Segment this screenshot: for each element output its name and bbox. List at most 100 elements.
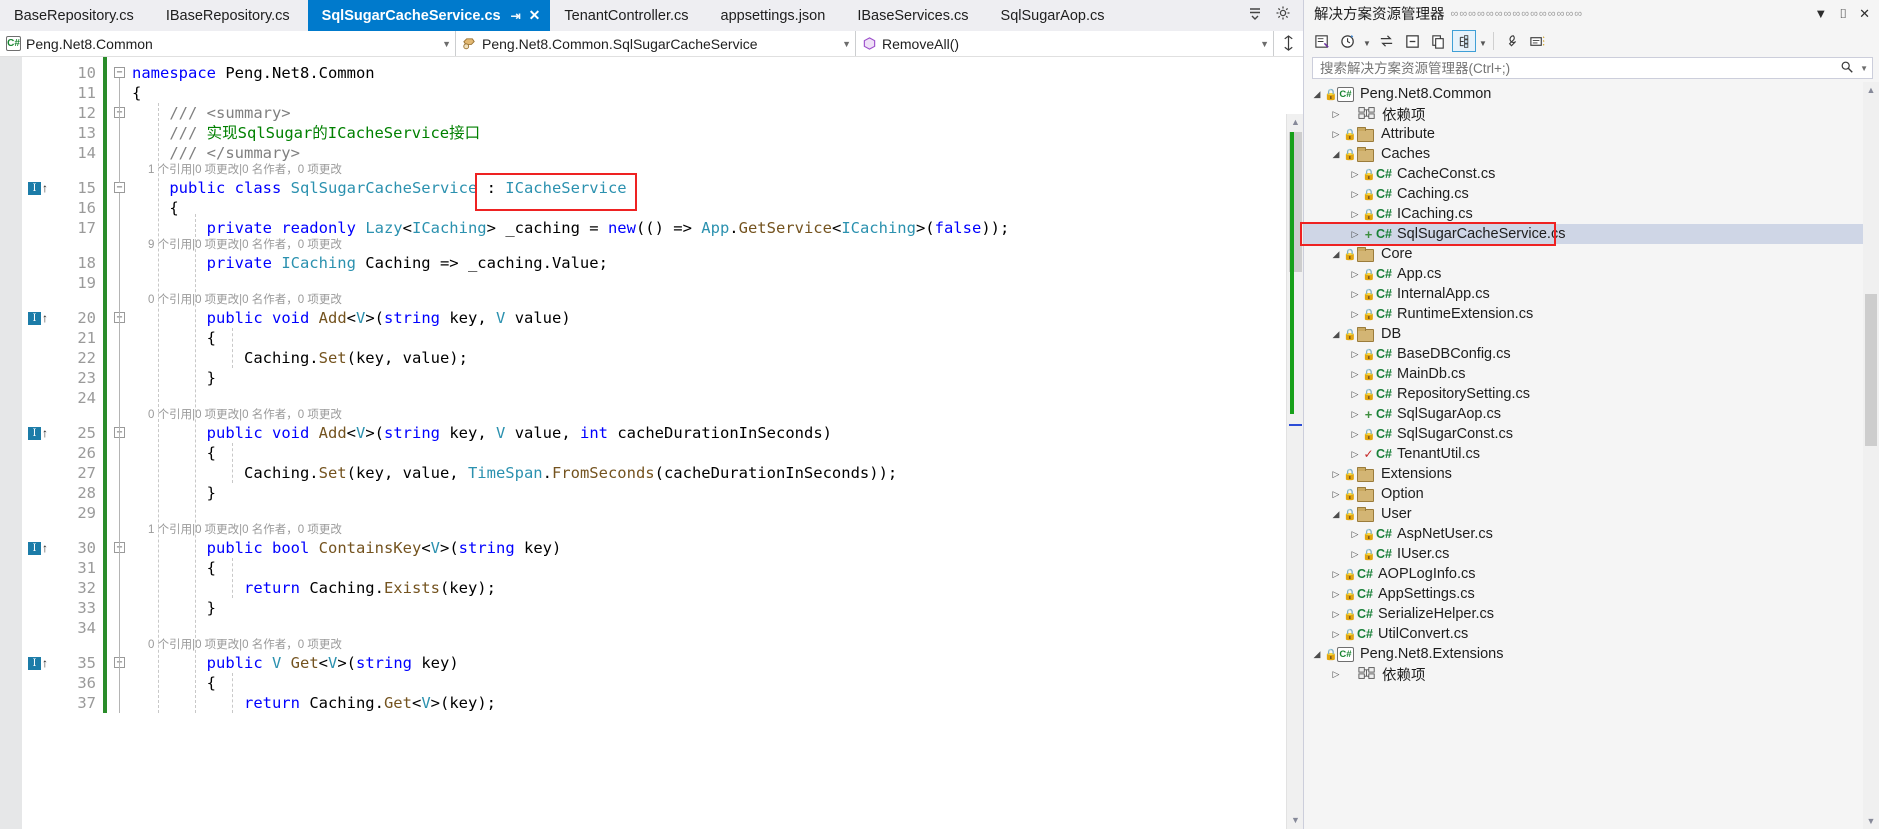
code-line-24[interactable] xyxy=(132,388,141,408)
expander-collapsed-icon[interactable]: ▷ xyxy=(1329,629,1343,640)
gear-icon[interactable] xyxy=(1275,5,1291,26)
navbar-member-dropdown[interactable]: RemoveAll() ▼ xyxy=(856,31,1274,56)
code-line-15[interactable]: public class SqlSugarCacheService : ICac… xyxy=(132,178,626,198)
tree-item[interactable]: ▷ 🔒 C# AppSettings.cs xyxy=(1304,584,1879,604)
code-line-17[interactable]: private readonly Lazy<ICaching> _caching… xyxy=(132,218,1010,238)
expander-collapsed-icon[interactable]: ▷ xyxy=(1329,129,1343,140)
collapse-all-icon[interactable] xyxy=(1400,30,1424,52)
code-line-34[interactable] xyxy=(132,618,141,638)
navbar-project-dropdown[interactable]: C# Peng.Net8.Common ▼ xyxy=(0,31,456,56)
code-line-28[interactable]: } xyxy=(132,483,216,503)
code-line-10[interactable]: namespace Peng.Net8.Common xyxy=(132,63,375,83)
tree-item[interactable]: ▷ + C# SqlSugarAop.cs xyxy=(1304,404,1879,424)
codelens-annotation[interactable]: 1 个引用|0 项更改|0 名作者，0 项更改 xyxy=(148,523,342,538)
expander-collapsed-icon[interactable]: ▷ xyxy=(1348,229,1362,240)
solution-scrollbar-thumb[interactable] xyxy=(1865,294,1877,446)
chevron-down-icon[interactable]: ▼ xyxy=(1362,30,1372,52)
codelens-annotation[interactable]: 1 个引用|0 项更改|0 名作者，0 项更改 xyxy=(148,163,342,178)
expander-collapsed-icon[interactable]: ▷ xyxy=(1329,109,1343,120)
search-input[interactable] xyxy=(1318,59,1839,77)
editor-tab-ibaserepository-cs[interactable]: IBaseRepository.cs xyxy=(151,0,308,31)
code-line-31[interactable]: { xyxy=(132,558,216,578)
tree-item[interactable]: ▷ 🔒 C# CacheConst.cs xyxy=(1304,164,1879,184)
search-icon[interactable] xyxy=(1838,60,1856,77)
codelens-annotation[interactable]: 0 个引用|0 项更改|0 名作者，0 项更改 xyxy=(148,293,342,308)
scroll-down-arrow[interactable]: ▼ xyxy=(1287,812,1303,829)
expander-collapsed-icon[interactable]: ▷ xyxy=(1348,449,1362,460)
code-line-27[interactable]: Caching.Set(key, value, TimeSpan.FromSec… xyxy=(132,463,897,483)
scroll-up-arrow[interactable]: ▲ xyxy=(1287,114,1303,131)
tree-item[interactable]: ◢ 🔒 Core xyxy=(1304,244,1879,264)
code-line-19[interactable] xyxy=(132,273,141,293)
expander-collapsed-icon[interactable]: ▷ xyxy=(1348,269,1362,280)
editor-tab-tenantcontroller-cs[interactable]: TenantController.cs xyxy=(550,0,707,31)
code-line-21[interactable]: { xyxy=(132,328,216,348)
tree-item[interactable]: ▷ 🔒 C# AOPLogInfo.cs xyxy=(1304,564,1879,584)
expander-collapsed-icon[interactable]: ▷ xyxy=(1348,389,1362,400)
codelens-annotation[interactable]: 0 个引用|0 项更改|0 名作者，0 项更改 xyxy=(148,638,342,653)
codelens-annotation[interactable]: 9 个引用|0 项更改|0 名作者，0 项更改 xyxy=(148,238,342,253)
code-line-13[interactable]: /// 实现SqlSugar的ICacheService接口 xyxy=(132,123,480,143)
tree-item[interactable]: ◢ 🔒 C# Peng.Net8.Extensions xyxy=(1304,644,1879,664)
split-editor-button[interactable] xyxy=(1274,31,1303,56)
tree-item[interactable]: ▷ 🔒 Extensions xyxy=(1304,464,1879,484)
expander-collapsed-icon[interactable]: ▷ xyxy=(1348,529,1362,540)
expander-expanded-icon[interactable]: ◢ xyxy=(1310,89,1324,100)
expander-collapsed-icon[interactable]: ▷ xyxy=(1348,209,1362,220)
code-line-33[interactable]: } xyxy=(132,598,216,618)
preview-icon[interactable] xyxy=(1525,30,1549,52)
expander-collapsed-icon[interactable]: ▷ xyxy=(1329,669,1343,680)
inheritance-margin-indicator[interactable]: I ↑ xyxy=(28,426,54,440)
code-text-area[interactable]: namespace Peng.Net8.Common{ /// <summary… xyxy=(132,57,1303,829)
code-line-16[interactable]: { xyxy=(132,198,178,218)
expander-collapsed-icon[interactable]: ▷ xyxy=(1329,469,1343,480)
code-line-23[interactable]: } xyxy=(132,368,216,388)
editor-tab-appsettings-json[interactable]: appsettings.json xyxy=(706,0,844,31)
tree-item[interactable]: ◢ 🔒 Caches xyxy=(1304,144,1879,164)
solution-explorer-search[interactable]: ▼ xyxy=(1312,57,1873,79)
solution-explorer-scrollbar[interactable]: ▲ ▼ xyxy=(1863,82,1879,829)
expander-collapsed-icon[interactable]: ▷ xyxy=(1329,589,1343,600)
editor-tab-ibaseservices-cs[interactable]: IBaseServices.cs xyxy=(843,0,987,31)
tree-item[interactable]: ◢ 🔒 User xyxy=(1304,504,1879,524)
chevron-down-icon[interactable]: ▼ xyxy=(1856,64,1868,73)
tree-item[interactable]: ▷ ✓ C# TenantUtil.cs xyxy=(1304,444,1879,464)
breakpoint-margin[interactable] xyxy=(0,57,22,829)
close-icon[interactable]: ✕ xyxy=(529,7,541,24)
tree-item[interactable]: ▷ 依赖项 xyxy=(1304,664,1879,684)
tree-item[interactable]: ▷ 🔒 C# UtilConvert.cs xyxy=(1304,624,1879,644)
outlining-margin[interactable]: −−−−−−− xyxy=(110,57,132,829)
code-line-29[interactable] xyxy=(132,503,141,523)
tree-item[interactable]: ▷ 🔒 C# App.cs xyxy=(1304,264,1879,284)
expander-collapsed-icon[interactable]: ▷ xyxy=(1329,569,1343,580)
inheritance-margin-indicator[interactable]: I ↑ xyxy=(28,541,54,555)
tree-item[interactable]: ▷ 🔒 C# RepositorySetting.cs xyxy=(1304,384,1879,404)
show-all-files-icon[interactable] xyxy=(1452,30,1476,52)
tree-item[interactable]: ▷ 🔒 C# SerializeHelper.cs xyxy=(1304,604,1879,624)
expander-expanded-icon[interactable]: ◢ xyxy=(1310,649,1324,660)
code-line-37[interactable]: return Caching.Get<V>(key); xyxy=(132,693,496,713)
tree-item[interactable]: ▷ 🔒 Option xyxy=(1304,484,1879,504)
tree-item-selected[interactable]: ▷ + C# SqlSugarCacheService.cs xyxy=(1304,224,1879,244)
expander-collapsed-icon[interactable]: ▷ xyxy=(1329,609,1343,620)
solution-explorer-tree[interactable]: ◢ 🔒 C# Peng.Net8.Common ▷ 依赖项 ▷ 🔒 Attribute ◢ 🔒 Cac… xyxy=(1304,82,1879,829)
tab-overflow-icon[interactable] xyxy=(1247,5,1263,26)
expander-collapsed-icon[interactable]: ▷ xyxy=(1348,369,1362,380)
code-editor-surface[interactable]: I ↑ I ↑ I ↑ I ↑ I ↑ 10 11 12 13 14 15 16 17 18 19 20 21 22 23 2… xyxy=(0,57,1303,829)
code-line-26[interactable]: { xyxy=(132,443,216,463)
expander-collapsed-icon[interactable]: ▷ xyxy=(1348,189,1362,200)
code-line-12[interactable]: /// <summary> xyxy=(132,103,290,123)
code-line-36[interactable]: { xyxy=(132,673,216,693)
tree-item[interactable]: ▷ 🔒 Attribute xyxy=(1304,124,1879,144)
expander-collapsed-icon[interactable]: ▷ xyxy=(1348,169,1362,180)
tree-item[interactable]: ▷ 🔒 C# SqlSugarConst.cs xyxy=(1304,424,1879,444)
code-line-25[interactable]: public void Add<V>(string key, V value, … xyxy=(132,423,832,443)
inheritance-margin-indicator[interactable]: I ↑ xyxy=(28,311,54,325)
expander-collapsed-icon[interactable]: ▷ xyxy=(1348,289,1362,300)
code-line-11[interactable]: { xyxy=(132,83,141,103)
code-line-22[interactable]: Caching.Set(key, value); xyxy=(132,348,468,368)
tree-item[interactable]: ▷ 依赖项 xyxy=(1304,104,1879,124)
code-line-30[interactable]: public bool ContainsKey<V>(string key) xyxy=(132,538,562,558)
pin-icon[interactable]: ⌷ xyxy=(1836,6,1850,22)
expander-collapsed-icon[interactable]: ▷ xyxy=(1348,429,1362,440)
